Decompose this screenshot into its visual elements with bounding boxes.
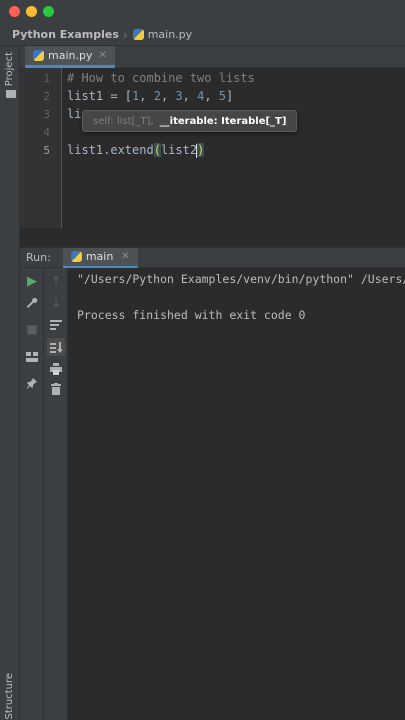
code-comment: # How to combine two lists <box>67 71 255 85</box>
code-number: 5 <box>218 89 227 103</box>
line-number: 5 <box>43 144 50 157</box>
breadcrumb-file[interactable]: main.py <box>148 28 192 41</box>
line-number: 1 <box>43 72 50 85</box>
hint-param-self: self: list[_T], <box>93 115 154 127</box>
console-line-exit: Process finished with exit code 0 <box>77 308 306 322</box>
zoom-window-button[interactable] <box>43 6 54 17</box>
code-line-5: list1.extend(list2) <box>67 143 205 158</box>
chevron-right-icon: › <box>122 27 128 42</box>
minimize-window-button[interactable] <box>26 6 37 17</box>
editor-tab-bar: main.py ✕ <box>20 46 405 68</box>
layout-icon[interactable] <box>25 350 39 364</box>
trash-icon[interactable] <box>49 382 63 396</box>
code-line-1: # How to combine two lists <box>67 71 255 85</box>
project-tool-button[interactable]: Project <box>4 52 15 86</box>
run-toolbar-primary: ▶ ■ <box>20 268 44 720</box>
line-number-gutter: 1 2 3 4 5 <box>20 68 62 228</box>
run-panel-header: Run: main ✕ <box>20 247 405 268</box>
left-tool-strip: Project Structure <box>0 46 20 720</box>
tab-main-py[interactable]: main.py ✕ <box>25 46 115 68</box>
pin-icon[interactable] <box>25 376 39 390</box>
breadcrumb-project[interactable]: Python Examples <box>12 28 119 41</box>
code-text: list2 <box>160 143 198 157</box>
tab-run-main[interactable]: main ✕ <box>62 247 138 268</box>
matched-paren: ) <box>197 143 205 157</box>
code-text: list1 = [ <box>67 89 133 103</box>
code-number: 2 <box>153 89 161 103</box>
line-number: 2 <box>43 90 50 103</box>
code-line-2: list1 = [1, 2, 3, 4, 5] <box>67 89 234 103</box>
structure-tool-button[interactable]: Structure <box>4 673 15 720</box>
close-window-button[interactable] <box>9 6 20 17</box>
hint-param-iterable: __iterable: Iterable[_T] <box>159 115 287 127</box>
tab-label: main.py <box>48 49 93 62</box>
run-console-output[interactable]: "/Users/Python Examples/venv/bin/python"… <box>69 268 405 720</box>
python-file-icon <box>70 251 82 262</box>
play-icon[interactable]: ▶ <box>25 274 39 289</box>
run-tab-label: main <box>85 250 114 263</box>
close-icon[interactable]: ✕ <box>121 251 129 262</box>
scroll-to-end-icon[interactable] <box>47 338 65 356</box>
code-number: 1 <box>132 89 140 103</box>
code-number: 3 <box>175 89 183 103</box>
wrench-icon[interactable] <box>25 296 39 310</box>
navigation-bar: Python Examples › main.py <box>0 24 405 46</box>
print-icon[interactable] <box>49 362 63 376</box>
code-number: 4 <box>197 89 205 103</box>
stop-icon[interactable]: ■ <box>25 322 39 336</box>
arrow-up-icon[interactable]: ↑ <box>49 274 63 288</box>
line-number: 4 <box>43 126 50 139</box>
matched-paren: ( <box>153 143 161 157</box>
console-line-command: "/Users/Python Examples/venv/bin/python"… <box>77 272 405 286</box>
code-editor[interactable]: # How to combine two lists list1 = [1, 2… <box>63 68 405 228</box>
python-file-icon <box>33 50 44 61</box>
run-toolbar-secondary: ↑ ↓ <box>44 268 68 720</box>
soft-wrap-icon[interactable] <box>49 318 63 332</box>
title-bar <box>0 0 405 24</box>
run-panel-title: Run: <box>26 251 51 264</box>
editor-bottom-area <box>20 228 405 248</box>
code-text: list1.extend <box>67 143 154 157</box>
parameter-info-popup: self: list[_T], __iterable: Iterable[_T] <box>82 110 298 132</box>
python-file-icon <box>132 29 144 40</box>
arrow-down-icon[interactable]: ↓ <box>49 296 63 310</box>
line-number: 3 <box>43 108 50 121</box>
close-icon[interactable]: ✕ <box>98 50 106 61</box>
folder-icon[interactable] <box>6 90 16 98</box>
